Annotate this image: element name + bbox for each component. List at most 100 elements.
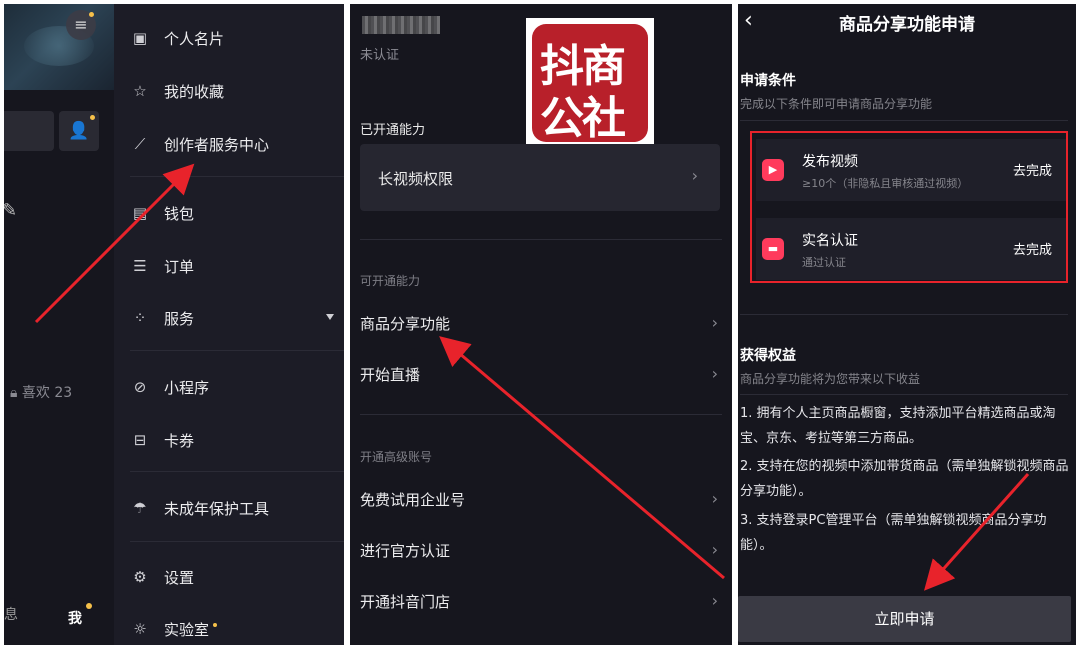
hamburger-icon: ≡ <box>74 15 88 34</box>
creator-capabilities-panel: 未认证 抖商 公社 已开通能力 长视频权限 › 可开通能力 商品分享功能 › 开… <box>350 4 732 645</box>
apply-now-button[interactable]: 立即申请 <box>738 596 1071 642</box>
drawer-item-label: 设置 <box>164 568 195 587</box>
chevron-right-icon: › <box>711 313 718 332</box>
blurred-username <box>362 16 440 34</box>
item-label: 开始直播 <box>360 366 421 384</box>
condition-title: 实名认证 <box>802 233 858 249</box>
notification-dot <box>90 115 95 120</box>
divider <box>130 350 344 351</box>
notification-dot <box>86 603 92 609</box>
item-label: 免费试用企业号 <box>360 491 466 509</box>
mini-program-icon: ⊘ <box>133 378 147 396</box>
profile-drawer-panel: ≡ 👤 ✎ 🔒︎ 喜欢 23 息 我 ▣ 个人名片 ☆ 我的收藏 ⟋ 创作者服务… <box>4 4 344 645</box>
drawer-item-label: 订单 <box>164 257 195 276</box>
chevron-right-icon: › <box>691 166 698 185</box>
benefit-item-1: 1. 拥有个人主页商品橱窗，支持添加平台精选商品或淘宝、京东、考拉等第三方商品。 <box>740 406 1056 446</box>
ticket-icon: ⊟ <box>133 431 147 449</box>
drawer-item-lab[interactable]: ☼ 实验室 <box>130 614 218 644</box>
me-tab[interactable]: 我 <box>68 603 92 628</box>
menu-button[interactable]: ≡ <box>66 10 96 40</box>
chart-icon: ⟋ <box>134 135 146 153</box>
divider <box>740 394 1068 395</box>
complete-button[interactable]: 去完成 <box>1013 239 1052 258</box>
divider <box>130 176 344 177</box>
conditions-subtitle: 完成以下条件即可申请商品分享功能 <box>740 97 933 111</box>
bulb-icon: ☼ <box>133 620 147 638</box>
page-title: 商品分享功能申请 <box>839 15 975 35</box>
video-clapper-icon: ▶ <box>762 159 784 181</box>
drawer-item-label: 实验室 <box>164 620 210 639</box>
messages-tab-partial[interactable]: 息 <box>4 604 18 624</box>
add-friend-button[interactable]: 👤 <box>59 111 99 151</box>
messages-tab-label: 息 <box>4 607 18 623</box>
id-card-icon: ▬ <box>762 238 784 260</box>
divider <box>360 239 722 240</box>
chevron-right-icon: › <box>711 591 718 610</box>
drawer-item-mini-program[interactable]: ⊘ 小程序 <box>130 372 209 402</box>
drawer-item-label: 我的收藏 <box>164 82 225 101</box>
drawer-item-wallet[interactable]: ▤ 钱包 <box>130 198 194 228</box>
logo-badge: 抖商 公社 <box>532 24 648 144</box>
side-drawer: ▣ 个人名片 ☆ 我的收藏 ⟋ 创作者服务中心 ▤ 钱包 ☰ 订单 ⁘ 服务 ⊘… <box>114 4 344 645</box>
chevron-down-icon <box>326 314 334 320</box>
condition-real-name: ▬ 实名认证 通过认证 去完成 <box>756 218 1066 280</box>
complete-button[interactable]: 去完成 <box>1013 160 1052 179</box>
divider <box>130 471 344 472</box>
drawer-item-creator-center[interactable]: ⟋ 创作者服务中心 <box>130 129 269 159</box>
conditions-heading: 申请条件 <box>740 73 796 89</box>
official-verification-item[interactable]: 进行官方认证 › <box>360 540 720 570</box>
id-card-icon: ▣ <box>132 29 148 47</box>
drawer-item-label: 卡券 <box>164 431 195 450</box>
likes-tab[interactable]: 🔒︎ 喜欢 23 <box>10 382 72 402</box>
add-user-icon: 👤 <box>68 121 90 141</box>
drawer-item-settings[interactable]: ⚙ 设置 <box>130 562 194 592</box>
item-label: 进行官方认证 <box>360 542 451 560</box>
notification-dot <box>213 623 218 627</box>
drawer-item-label: 个人名片 <box>164 29 225 48</box>
start-live-item[interactable]: 开始直播 › <box>360 364 720 394</box>
logo-text-line2: 公社 <box>540 93 626 144</box>
star-icon: ☆ <box>133 82 147 100</box>
edit-profile-button[interactable] <box>4 111 54 151</box>
me-tab-label: 我 <box>68 611 82 627</box>
drawer-item-minor-protection[interactable]: ☂ 未成年保护工具 <box>130 493 269 523</box>
drawer-item-label: 创作者服务中心 <box>164 135 270 154</box>
drawer-item-business-card[interactable]: ▣ 个人名片 <box>130 23 224 53</box>
benefits-heading: 获得权益 <box>740 348 796 364</box>
item-label: 商品分享功能 <box>360 315 451 333</box>
wallet-icon: ▤ <box>132 204 148 222</box>
notification-dot <box>89 12 94 17</box>
benefits-subtitle: 商品分享功能将为您带来以下收益 <box>740 372 921 386</box>
drawer-item-label: 钱包 <box>164 204 195 223</box>
product-share-item[interactable]: 商品分享功能 › <box>360 313 720 343</box>
likes-label: 喜欢 23 <box>21 385 73 401</box>
grid-icon: ⁘ <box>133 309 147 327</box>
drawer-item-favorites[interactable]: ☆ 我的收藏 <box>130 76 224 106</box>
long-video-permission-item[interactable]: 长视频权限 › <box>360 144 720 211</box>
umbrella-icon: ☂ <box>133 499 147 517</box>
drawer-item-label: 小程序 <box>164 378 210 397</box>
drawer-item-services[interactable]: ⁘ 服务 <box>130 303 340 333</box>
chevron-right-icon: › <box>711 364 718 383</box>
benefit-item-3: 3. 支持登录PC管理平台（需单独解锁视频商品分享功能）。 <box>740 513 1047 553</box>
drawer-item-coupons[interactable]: ⊟ 卡券 <box>130 425 194 455</box>
divider <box>740 120 1068 121</box>
condition-desc: ≥10个（非隐私且审核通过视频） <box>802 177 969 190</box>
section-title-opened: 已开通能力 <box>360 123 426 138</box>
chevron-right-icon: › <box>711 489 718 508</box>
drawer-item-label: 服务 <box>164 309 195 328</box>
divider <box>740 314 1068 315</box>
open-store-item[interactable]: 开通抖音门店 › <box>360 591 720 621</box>
drawer-item-orders[interactable]: ☰ 订单 <box>130 251 194 281</box>
enterprise-trial-item[interactable]: 免费试用企业号 › <box>360 489 720 519</box>
condition-desc: 通过认证 <box>802 256 846 269</box>
item-label: 开通抖音门店 <box>360 593 451 611</box>
back-arrow-icon[interactable]: ‹ <box>744 8 753 33</box>
order-icon: ☰ <box>133 257 147 275</box>
pen-icon[interactable]: ✎ <box>4 200 17 221</box>
divider <box>130 541 344 542</box>
benefit-item-2: 2. 支持在您的视频中添加带货商品（需单独解锁视频商品分享功能）。 <box>740 459 1069 499</box>
chevron-right-icon: › <box>711 540 718 559</box>
profile-cover-image <box>4 4 114 90</box>
profile-background-column: ≡ 👤 ✎ 🔒︎ 喜欢 23 息 我 <box>4 4 114 645</box>
